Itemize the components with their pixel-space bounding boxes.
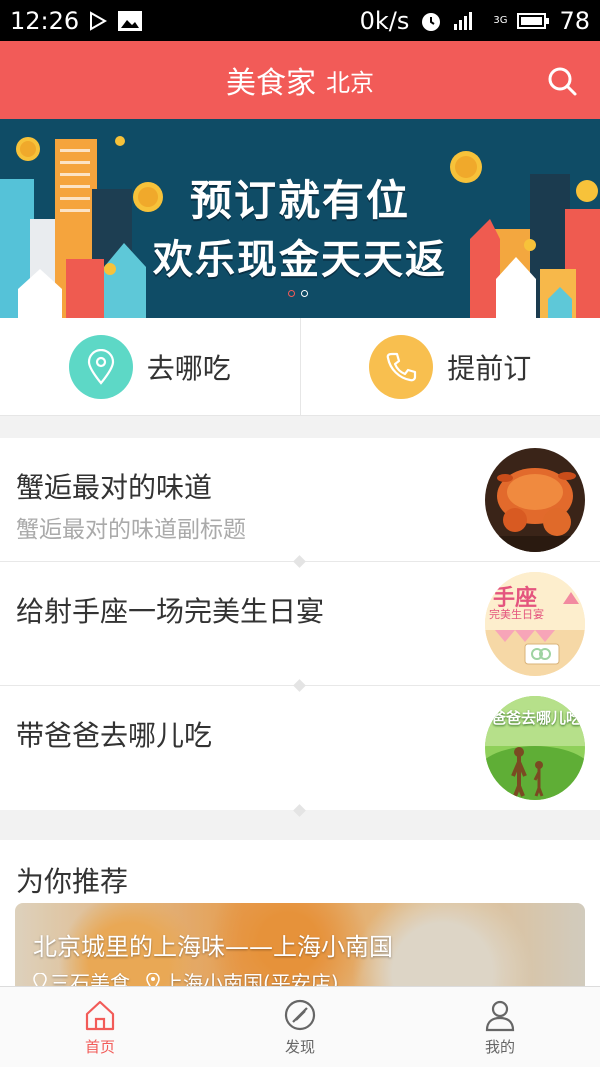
list-item-title: 蟹逅最对的味道 bbox=[16, 471, 213, 504]
quick-actions: 去哪吃 提前订 bbox=[0, 318, 600, 416]
tab-label: 我的 bbox=[484, 1037, 515, 1056]
divider-dot bbox=[293, 804, 306, 817]
battery-icon bbox=[517, 12, 550, 30]
crab-thumbnail bbox=[485, 448, 585, 552]
list-item-subtitle: 蟹逅最对的味道副标题 bbox=[16, 517, 246, 543]
recommend-section: 为你推荐 北京城里的上海味——上海小南国 三石美食 上海小南国(平安店) bbox=[0, 840, 600, 990]
alarm-icon bbox=[419, 9, 443, 33]
phone-icon bbox=[369, 334, 434, 399]
pagination-dot[interactable] bbox=[301, 290, 308, 297]
tab-label: 首页 bbox=[84, 1037, 115, 1056]
banner-headline: 预订就有位 bbox=[189, 176, 410, 225]
pagination-dot[interactable] bbox=[288, 290, 295, 297]
network-type: 3G bbox=[493, 15, 508, 26]
list-item[interactable]: 带爸爸去哪儿吃 爸爸去哪儿吃 bbox=[0, 686, 600, 817]
compass-icon bbox=[284, 999, 316, 1030]
list-item-title: 带爸爸去哪儿吃 bbox=[16, 719, 213, 752]
tab-home[interactable]: 首页 bbox=[0, 987, 200, 1067]
banner-pagination bbox=[288, 290, 308, 297]
banner-subheadline: 欢乐现金天天返 bbox=[153, 237, 447, 283]
status-bar: 12:26 0k/s 3G 78 bbox=[0, 0, 600, 41]
quick-action-label: 去哪吃 bbox=[146, 351, 231, 385]
quick-action-reserve[interactable]: 提前订 bbox=[299, 318, 600, 415]
tab-label: 发现 bbox=[284, 1037, 315, 1056]
search-icon[interactable] bbox=[546, 65, 578, 97]
list-item[interactable]: 给射手座一场完美生日宴 手座 完美生日宴 bbox=[0, 562, 600, 692]
thumb-text: 爸爸去哪儿吃 bbox=[491, 709, 582, 727]
list-item[interactable]: 蟹逅最对的味道 蟹逅最对的味道副标题 bbox=[0, 438, 600, 568]
image-icon bbox=[117, 10, 143, 32]
topic-list: 蟹逅最对的味道 蟹逅最对的味道副标题 给射手座一场完美生日宴 手座 完美生日宴 … bbox=[0, 438, 600, 817]
city-selector[interactable]: 北京 bbox=[326, 63, 374, 98]
quick-action-where-to-eat[interactable]: 去哪吃 bbox=[0, 318, 300, 415]
home-icon bbox=[85, 1000, 115, 1030]
user-icon bbox=[485, 1000, 515, 1031]
battery-level: 78 bbox=[559, 6, 590, 35]
net-speed: 0k/s bbox=[359, 6, 410, 35]
bottom-tab-bar: 首页 发现 我的 bbox=[0, 986, 600, 1067]
restaurant-name: 北京城里的上海味——上海小南国 bbox=[33, 933, 393, 961]
section-title: 为你推荐 bbox=[16, 865, 129, 898]
list-item-title: 给射手座一场完美生日宴 bbox=[16, 595, 325, 628]
tab-discover[interactable]: 发现 bbox=[200, 987, 400, 1067]
app-title: 美食家 bbox=[226, 66, 316, 101]
promo-banner[interactable]: 预订就有位 欢乐现金天天返 bbox=[0, 119, 600, 318]
status-time: 12:26 bbox=[10, 6, 80, 35]
location-pin-icon bbox=[68, 334, 133, 399]
recommend-card[interactable]: 北京城里的上海味——上海小南国 三石美食 上海小南国(平安店) bbox=[15, 903, 585, 990]
signal-icon bbox=[453, 10, 483, 32]
app-header: 美食家 北京 bbox=[0, 41, 600, 119]
dad-where-thumbnail: 爸爸去哪儿吃 bbox=[485, 696, 585, 800]
tab-mine[interactable]: 我的 bbox=[400, 987, 600, 1067]
play-icon bbox=[89, 10, 108, 31]
thumb-text: 完美生日宴 bbox=[489, 608, 544, 621]
birthday-thumbnail: 手座 完美生日宴 bbox=[485, 572, 585, 676]
quick-action-label: 提前订 bbox=[447, 351, 532, 385]
